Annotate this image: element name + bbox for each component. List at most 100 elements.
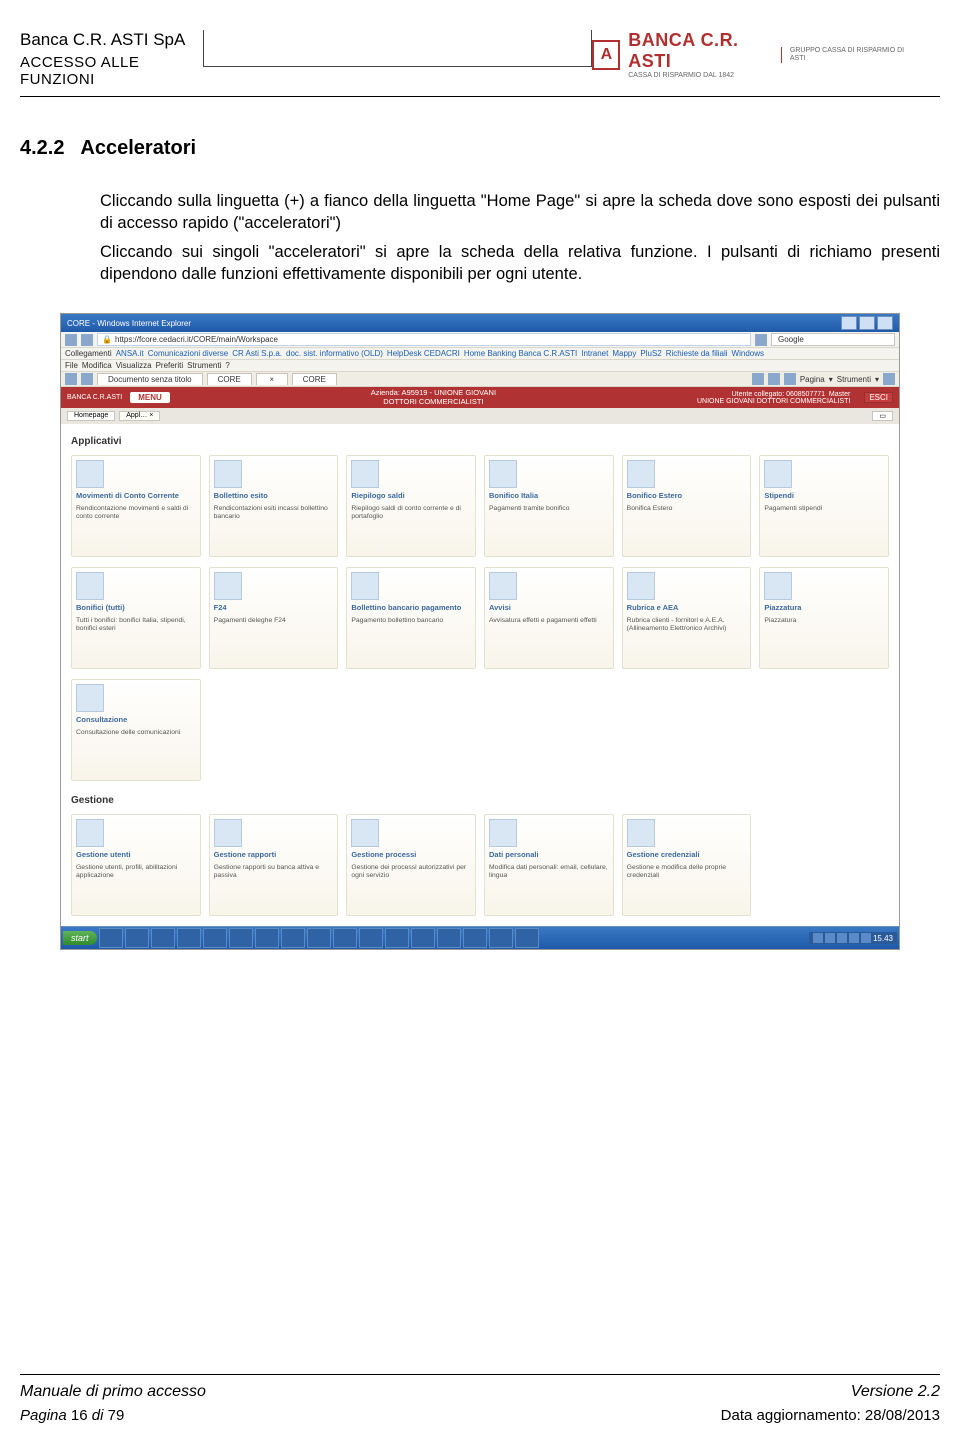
- app-card[interactable]: Gestione credenzialiGestione e modifica …: [622, 814, 752, 916]
- taskbar-item[interactable]: [463, 928, 487, 948]
- app-title: Avvisi: [489, 604, 609, 613]
- menu-item[interactable]: File: [65, 361, 78, 370]
- taskbar-item[interactable]: [333, 928, 357, 948]
- header-subtitle: ACCESSO ALLE FUNZIONI: [20, 54, 203, 88]
- app-icon: [764, 572, 792, 600]
- content: 4.2.2 Acceleratori Cliccando sulla lingu…: [0, 97, 960, 950]
- app-card[interactable]: Gestione rapportiGestione rapporti su ba…: [209, 814, 339, 916]
- menu-item[interactable]: Strumenti: [187, 361, 221, 370]
- fav-link[interactable]: Richieste da filiali: [666, 349, 728, 358]
- taskbar-item[interactable]: [229, 928, 253, 948]
- app-card[interactable]: Gestione utentiGestione utenti, profili,…: [71, 814, 201, 916]
- url-field[interactable]: 🔒https://fcore.cedacri.it/CORE/main/Work…: [97, 333, 751, 346]
- app-card[interactable]: Movimenti di Conto CorrenteRendicontazio…: [71, 455, 201, 557]
- menu-item[interactable]: Visualizza: [116, 361, 152, 370]
- taskbar-item[interactable]: [281, 928, 305, 948]
- browser-tab[interactable]: Documento senza titolo: [97, 373, 203, 385]
- fav-link[interactable]: Intranet: [581, 349, 608, 358]
- app-icon: [214, 572, 242, 600]
- close-tab-icon[interactable]: ×: [256, 373, 288, 385]
- fav-link[interactable]: Windows: [732, 349, 764, 358]
- add-icon[interactable]: [81, 373, 93, 385]
- search-field[interactable]: Google: [771, 333, 895, 346]
- tray-icon: [861, 933, 871, 943]
- app-card[interactable]: ConsultazioneConsultazione delle comunic…: [71, 679, 201, 781]
- app-desc: Modifica dati personali: email, cellular…: [489, 864, 609, 880]
- fav-link[interactable]: Home Banking Banca C.R.ASTI: [464, 349, 577, 358]
- print-icon[interactable]: [784, 373, 796, 385]
- fav-link[interactable]: CR Asti S.p.a.: [232, 349, 282, 358]
- fav-link[interactable]: HelpDesk CEDACRI: [387, 349, 460, 358]
- browser-tab[interactable]: CORE: [207, 373, 252, 385]
- app-card[interactable]: AvvisiAvvisatura effetti e pagamenti eff…: [484, 567, 614, 669]
- menu-item[interactable]: ?: [225, 361, 229, 370]
- paragraph-2: Cliccando sui singoli "acceleratori" si …: [100, 241, 940, 286]
- back-icon[interactable]: [65, 334, 77, 346]
- help-icon[interactable]: [883, 373, 895, 385]
- fav-link[interactable]: doc. sist. informativo (OLD): [286, 349, 383, 358]
- toolbar-page[interactable]: Pagina: [800, 375, 825, 384]
- tab-applicativi[interactable]: Appl… ×: [119, 411, 160, 421]
- app-card[interactable]: Bollettino esitoRendicontazioni esiti in…: [209, 455, 339, 557]
- taskbar-item[interactable]: [515, 928, 539, 948]
- taskbar-item[interactable]: [411, 928, 435, 948]
- system-tray[interactable]: 15.43: [809, 932, 897, 944]
- close-tab-icon[interactable]: ×: [149, 412, 153, 419]
- header-empty-box: [203, 30, 592, 67]
- company-info: Azienda: A95919 - UNIONE GIOVANI DOTTORI…: [178, 389, 689, 406]
- window-buttons[interactable]: [841, 316, 893, 330]
- app-card[interactable]: Bonifico ItaliaPagamenti tramite bonific…: [484, 455, 614, 557]
- user-info: Utente collegato: 0608507771 Master UNIO…: [697, 391, 850, 405]
- toolbar-tools[interactable]: Strumenti: [837, 375, 871, 384]
- fav-link[interactable]: Mappy: [612, 349, 636, 358]
- taskbar-item[interactable]: [437, 928, 461, 948]
- app-icon: [351, 460, 379, 488]
- refresh-icon[interactable]: [755, 334, 767, 346]
- app-card[interactable]: Bollettino bancario pagamentoPagamento b…: [346, 567, 476, 669]
- taskbar-item[interactable]: [489, 928, 513, 948]
- app-desc: Tutti i bonifici: bonifici Italia, stipe…: [76, 617, 196, 633]
- fav-link[interactable]: Comunicazioni diverse: [148, 349, 228, 358]
- forward-icon[interactable]: [81, 334, 93, 346]
- app-title: F24: [214, 604, 334, 613]
- taskbar-item[interactable]: [385, 928, 409, 948]
- start-button[interactable]: start: [63, 931, 97, 945]
- app-card[interactable]: Bonifico EsteroBonifica Estero: [622, 455, 752, 557]
- menu-item[interactable]: Modifica: [82, 361, 112, 370]
- app-desc: Consultazione delle comunicazioni: [76, 729, 196, 737]
- taskbar-item[interactable]: [359, 928, 383, 948]
- taskbar-item[interactable]: [255, 928, 279, 948]
- taskbar-item[interactable]: [151, 928, 175, 948]
- app-title: Stipendi: [764, 492, 884, 501]
- app-desc: Piazzatura: [764, 617, 884, 625]
- taskbar-item[interactable]: [307, 928, 331, 948]
- browser-tab[interactable]: CORE: [292, 373, 337, 385]
- fav-link[interactable]: PluS2: [640, 349, 661, 358]
- feed-icon[interactable]: [768, 373, 780, 385]
- taskbar-item[interactable]: [177, 928, 201, 948]
- fav-icon[interactable]: [65, 373, 77, 385]
- menu-item[interactable]: Preferiti: [156, 361, 184, 370]
- app-card[interactable]: F24Pagamenti deleghe F24: [209, 567, 339, 669]
- app-card[interactable]: StipendiPagamenti stipendi: [759, 455, 889, 557]
- home-icon[interactable]: [752, 373, 764, 385]
- app-icon: [627, 460, 655, 488]
- app-icon: [489, 460, 517, 488]
- tab-homepage[interactable]: Homepage: [67, 411, 115, 421]
- taskbar-item[interactable]: [125, 928, 149, 948]
- logout-button[interactable]: ESCI: [864, 392, 893, 403]
- app-card[interactable]: Riepilogo saldiRiepilogo saldi di conto …: [346, 455, 476, 557]
- app-card[interactable]: Dati personaliModifica dati personali: e…: [484, 814, 614, 916]
- taskbar-item[interactable]: [203, 928, 227, 948]
- app-card[interactable]: Gestione processiGestione dei processi a…: [346, 814, 476, 916]
- app-card[interactable]: PiazzaturaPiazzatura: [759, 567, 889, 669]
- app-icon: [214, 460, 242, 488]
- app-card[interactable]: Rubrica e AEARubrica clienti - fornitori…: [622, 567, 752, 669]
- taskbar-item[interactable]: [99, 928, 123, 948]
- extra-tab-icon[interactable]: ▭: [872, 411, 893, 421]
- app-card[interactable]: Bonifici (tutti)Tutti i bonifici: bonifi…: [71, 567, 201, 669]
- app-title: Bollettino esito: [214, 492, 334, 501]
- logo-sub-text: CASSA DI RISPARMIO DAL 1842: [628, 72, 773, 80]
- fav-link[interactable]: ANSA.it: [116, 349, 144, 358]
- menu-button[interactable]: MENU: [130, 392, 170, 403]
